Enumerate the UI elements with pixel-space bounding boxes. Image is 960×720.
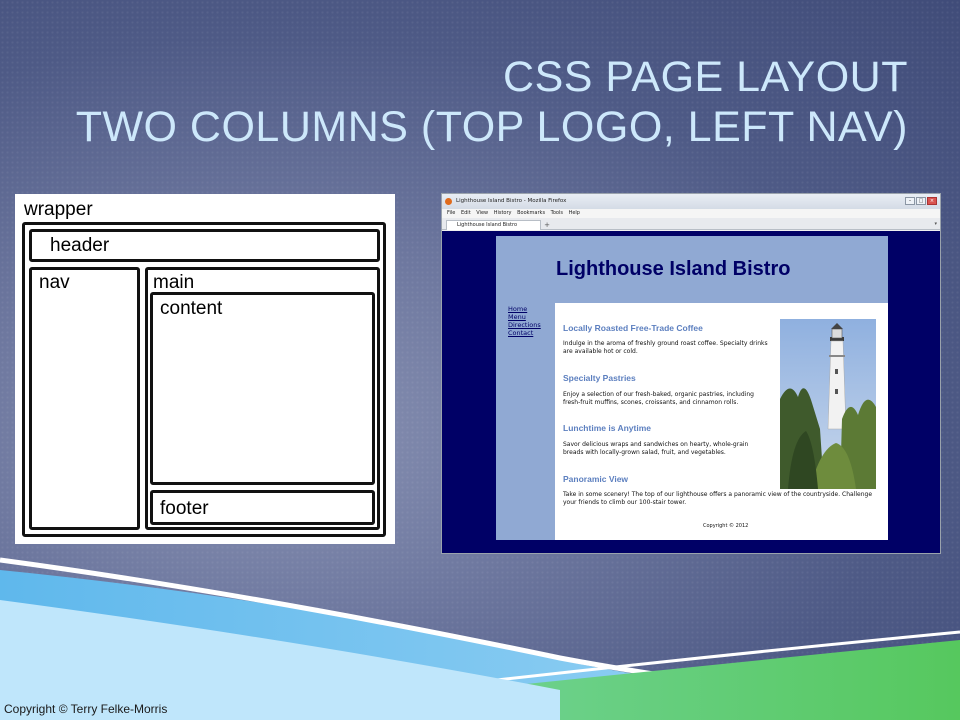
section-heading: Lunchtime is Anytime xyxy=(563,423,652,433)
slide-title-line2: TWO COLUMNS (TOP LOGO, LEFT NAV) xyxy=(75,103,908,151)
new-tab-button[interactable]: + xyxy=(542,221,552,229)
main-label: main xyxy=(153,272,195,293)
menu-help[interactable]: Help xyxy=(569,210,580,216)
copyright-text: Copyright © Terry Felke-Morris xyxy=(4,702,168,716)
menu-edit[interactable]: Edit xyxy=(461,210,471,216)
browser-window: Lighthouse Island Bistro - Mozilla Firef… xyxy=(441,193,941,554)
slide-title: CSS PAGE LAYOUT TWO COLUMNS (TOP LOGO, L… xyxy=(76,52,908,152)
wrapper-label: wrapper xyxy=(24,199,93,220)
menu-history[interactable]: History xyxy=(494,210,512,216)
section-heading: Specialty Pastries xyxy=(563,373,636,383)
decorative-swoosh xyxy=(0,557,960,720)
lighthouse-photo xyxy=(780,319,876,489)
section-heading: Locally Roasted Free-Trade Coffee xyxy=(563,323,703,333)
section-text: Indulge in the aroma of freshly ground r… xyxy=(563,340,768,355)
site-logo: Lighthouse Island Bistro xyxy=(556,258,791,280)
nav-link-directions[interactable]: Directions xyxy=(508,321,541,329)
window-title: Lighthouse Island Bistro - Mozilla Firef… xyxy=(456,198,567,204)
footer-label: footer xyxy=(160,498,209,519)
nav-link-menu[interactable]: Menu xyxy=(508,313,541,321)
browser-viewport: Lighthouse Island Bistro Home Menu Direc… xyxy=(442,231,940,553)
close-icon[interactable]: × xyxy=(927,197,937,205)
content-box: content xyxy=(150,292,375,485)
content-label: content xyxy=(160,298,223,319)
nav-link-contact[interactable]: Contact xyxy=(508,329,541,337)
minimize-icon[interactable]: – xyxy=(905,197,915,205)
menu-file[interactable]: File xyxy=(447,210,455,216)
nav-label: nav xyxy=(39,272,70,293)
slide-title-line1: CSS PAGE LAYOUT xyxy=(503,53,908,101)
menu-view[interactable]: View xyxy=(476,210,488,216)
menu-bar: File Edit View History Bookmarks Tools H… xyxy=(442,209,940,218)
browser-titlebar: Lighthouse Island Bistro - Mozilla Firef… xyxy=(442,194,940,209)
header-label: header xyxy=(50,235,110,256)
menu-tools[interactable]: Tools xyxy=(551,210,563,216)
footer-box: footer xyxy=(150,490,375,525)
section-heading: Panoramic View xyxy=(563,474,629,484)
section-text: Enjoy a selection of our fresh-baked, or… xyxy=(563,391,754,406)
tab-list-icon[interactable]: ▾ xyxy=(934,221,937,227)
firefox-icon xyxy=(445,198,452,205)
tab-lighthouse[interactable]: Lighthouse Island Bistro xyxy=(446,220,541,230)
site-main: Locally Roasted Free-Trade Coffee Indulg… xyxy=(555,303,888,540)
nav-link-home[interactable]: Home xyxy=(508,305,541,313)
nav-box: nav xyxy=(29,267,140,530)
site-wrapper: Lighthouse Island Bistro Home Menu Direc… xyxy=(496,236,888,540)
site-header: Lighthouse Island Bistro xyxy=(496,236,888,303)
maximize-icon[interactable]: □ xyxy=(916,197,926,205)
layout-diagram: wrapper header nav main content footer xyxy=(15,194,395,544)
site-footer: Copyright © 2012 xyxy=(703,523,749,529)
tab-bar: Lighthouse Island Bistro + ▾ xyxy=(442,218,940,230)
menu-bookmarks[interactable]: Bookmarks xyxy=(517,210,545,216)
section-text: Take in some scenery! The top of our lig… xyxy=(563,491,873,506)
header-box: header xyxy=(29,229,380,262)
section-text: Savor delicious wraps and sandwiches on … xyxy=(563,441,749,456)
site-nav: Home Menu Directions Contact xyxy=(496,303,555,540)
